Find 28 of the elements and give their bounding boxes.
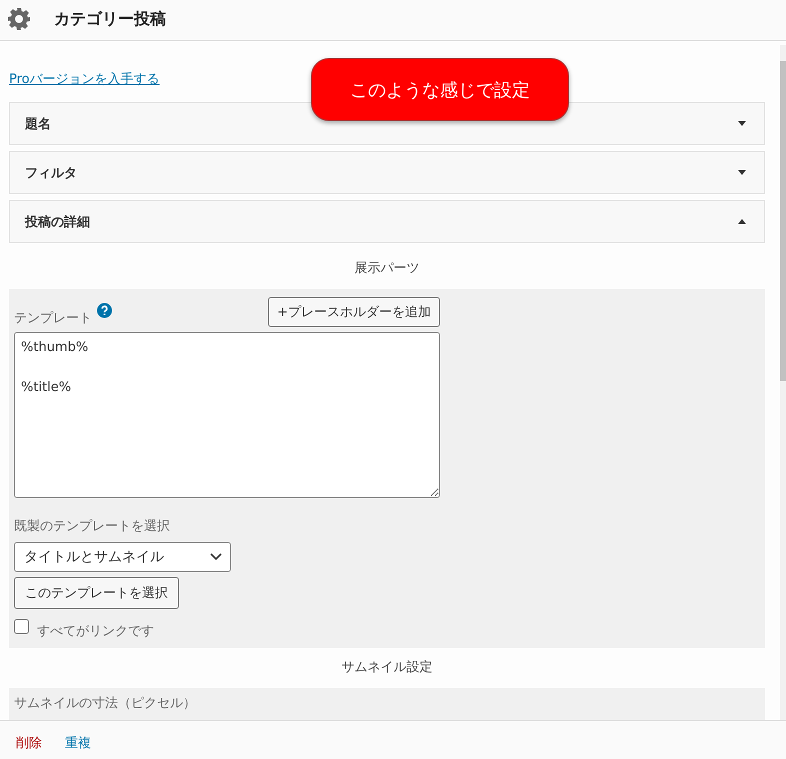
pro-version-link[interactable]: Proバージョンを入手する <box>9 70 160 88</box>
section-heading: 展示パーツ <box>354 260 420 278</box>
section-title: 題名 <box>25 116 51 132</box>
field-label: 既製のテンプレートを選択 <box>14 518 170 535</box>
accordion-section[interactable]: フィルタ <box>9 151 765 194</box>
expand-arrow-icon <box>738 121 746 126</box>
field-label: サムネイルの寸法（ピクセル） <box>14 696 196 712</box>
add-placeholder-button[interactable]: +プレースホルダーを追加 <box>268 297 440 327</box>
field-label: テンプレート <box>14 310 92 327</box>
section-title: フィルタ <box>25 164 77 182</box>
expand-arrow-icon <box>738 170 746 175</box>
section-heading: サムネイル設定 <box>340 659 434 677</box>
help-icon[interactable] <box>97 303 112 318</box>
section-title: 投稿の詳細 <box>25 214 90 230</box>
chevron-down-icon <box>210 553 222 561</box>
checkbox-label: すべてがリンクです <box>37 623 154 640</box>
collapse-arrow-icon <box>738 219 746 224</box>
panel-title: カテゴリー投稿 <box>54 8 166 30</box>
select-template-button[interactable]: このテンプレートを選択 <box>14 577 179 609</box>
gear-icon <box>7 7 31 31</box>
template-textarea[interactable]: %thumb% %title% <box>14 332 440 498</box>
scrollbar[interactable] <box>780 45 786 720</box>
callout-tooltip: このような感じで設定 <box>311 58 569 121</box>
accordion-section[interactable]: 投稿の詳細 <box>9 200 765 243</box>
checkbox[interactable] <box>14 619 29 634</box>
template-dropdown[interactable]: タイトルとサムネイル <box>14 542 231 572</box>
duplicate-link[interactable]: 重複 <box>65 734 91 752</box>
delete-link[interactable]: 削除 <box>16 734 42 752</box>
